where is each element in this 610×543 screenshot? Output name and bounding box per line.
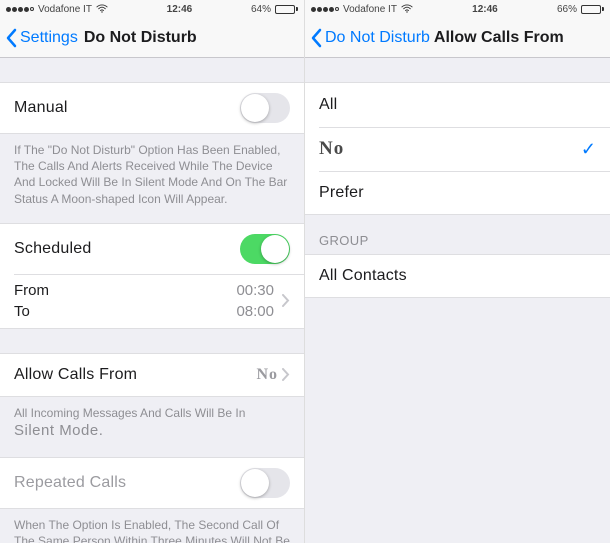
option-label: Prefer (319, 184, 364, 202)
scheduled-row[interactable]: Scheduled (0, 223, 304, 274)
chevron-left-icon (6, 28, 18, 48)
right-pane: Vodafone IT 12:46 66% Do Not Disturb All… (305, 0, 610, 543)
wifi-icon (401, 4, 413, 14)
group-item-label: All Contacts (319, 267, 407, 285)
repeated-calls-toggle[interactable] (240, 468, 290, 498)
to-value: 08:00 (236, 303, 274, 320)
status-bar: Vodafone IT 12:46 66% (305, 0, 610, 18)
battery-pct: 64% (251, 4, 271, 15)
group-header: GROUP (305, 215, 610, 254)
manual-label: Manual (14, 99, 68, 117)
checkmark-icon: ✓ (581, 139, 596, 160)
status-right: 66% (557, 4, 604, 15)
status-left: Vodafone IT (311, 4, 413, 15)
to-label: To (14, 303, 30, 320)
allow-calls-label: Allow Calls From (14, 366, 137, 384)
scheduled-time-row[interactable]: From 00:30 To 08:00 (0, 274, 304, 329)
repeated-calls-footer: When The Option Is Enabled, The Second C… (0, 509, 304, 543)
manual-row[interactable]: Manual (0, 82, 304, 134)
chevron-left-icon (311, 28, 323, 48)
signal-icon (311, 7, 339, 12)
carrier-label: Vodafone IT (38, 4, 92, 15)
chevron-right-icon (282, 294, 290, 307)
back-label: Do Not Disturb (325, 29, 430, 47)
status-right: 64% (251, 4, 298, 15)
allow-footer-line1: All Incoming Messages And Calls Will Be … (14, 406, 245, 420)
manual-footer: If The "Do Not Disturb" Option Has Been … (0, 134, 304, 211)
wifi-icon (96, 4, 108, 14)
scheduled-toggle[interactable] (240, 234, 290, 264)
battery-icon (581, 5, 604, 14)
battery-icon (275, 5, 298, 14)
option-label: No (319, 138, 344, 160)
option-prefer[interactable]: Prefer (305, 171, 610, 215)
allow-footer-line2: Silent Mode. (14, 422, 103, 439)
nav-bar: Settings Do Not Disturb (0, 18, 304, 58)
signal-icon (6, 7, 34, 12)
page-title: Do Not Disturb (84, 29, 197, 47)
manual-toggle[interactable] (240, 93, 290, 123)
clock-label: 12:46 (167, 4, 193, 15)
option-no[interactable]: No ✓ (305, 127, 610, 171)
page-title: Allow Calls From (434, 29, 564, 47)
from-label: From (14, 282, 49, 299)
repeated-footer-line1: When The Option Is Enabled, The Second C… (14, 518, 290, 543)
repeated-calls-row[interactable]: Repeated Calls (0, 457, 304, 509)
from-value: 00:30 (236, 282, 274, 299)
status-bar: Vodafone IT 12:46 64% (0, 0, 304, 18)
nav-bar: Do Not Disturb Allow Calls From (305, 18, 610, 58)
back-button[interactable]: Settings Do Not Disturb (6, 28, 197, 48)
repeated-calls-label: Repeated Calls (14, 474, 126, 492)
status-left: Vodafone IT (6, 4, 108, 15)
allow-calls-footer: All Incoming Messages And Calls Will Be … (0, 397, 304, 445)
back-button[interactable]: Do Not Disturb (311, 28, 430, 48)
scheduled-label: Scheduled (14, 240, 91, 258)
chevron-right-icon (282, 368, 290, 381)
left-pane: Vodafone IT 12:46 64% Settings Do Not Di… (0, 0, 305, 543)
clock-label: 12:46 (472, 4, 498, 15)
option-label: All (319, 96, 337, 114)
carrier-label: Vodafone IT (343, 4, 397, 15)
back-label: Settings (20, 29, 78, 47)
allow-calls-value: No (256, 366, 278, 384)
group-all-contacts[interactable]: All Contacts (305, 254, 610, 298)
allow-calls-row[interactable]: Allow Calls From No (0, 353, 304, 397)
battery-pct: 66% (557, 4, 577, 15)
option-all[interactable]: All (305, 83, 610, 127)
